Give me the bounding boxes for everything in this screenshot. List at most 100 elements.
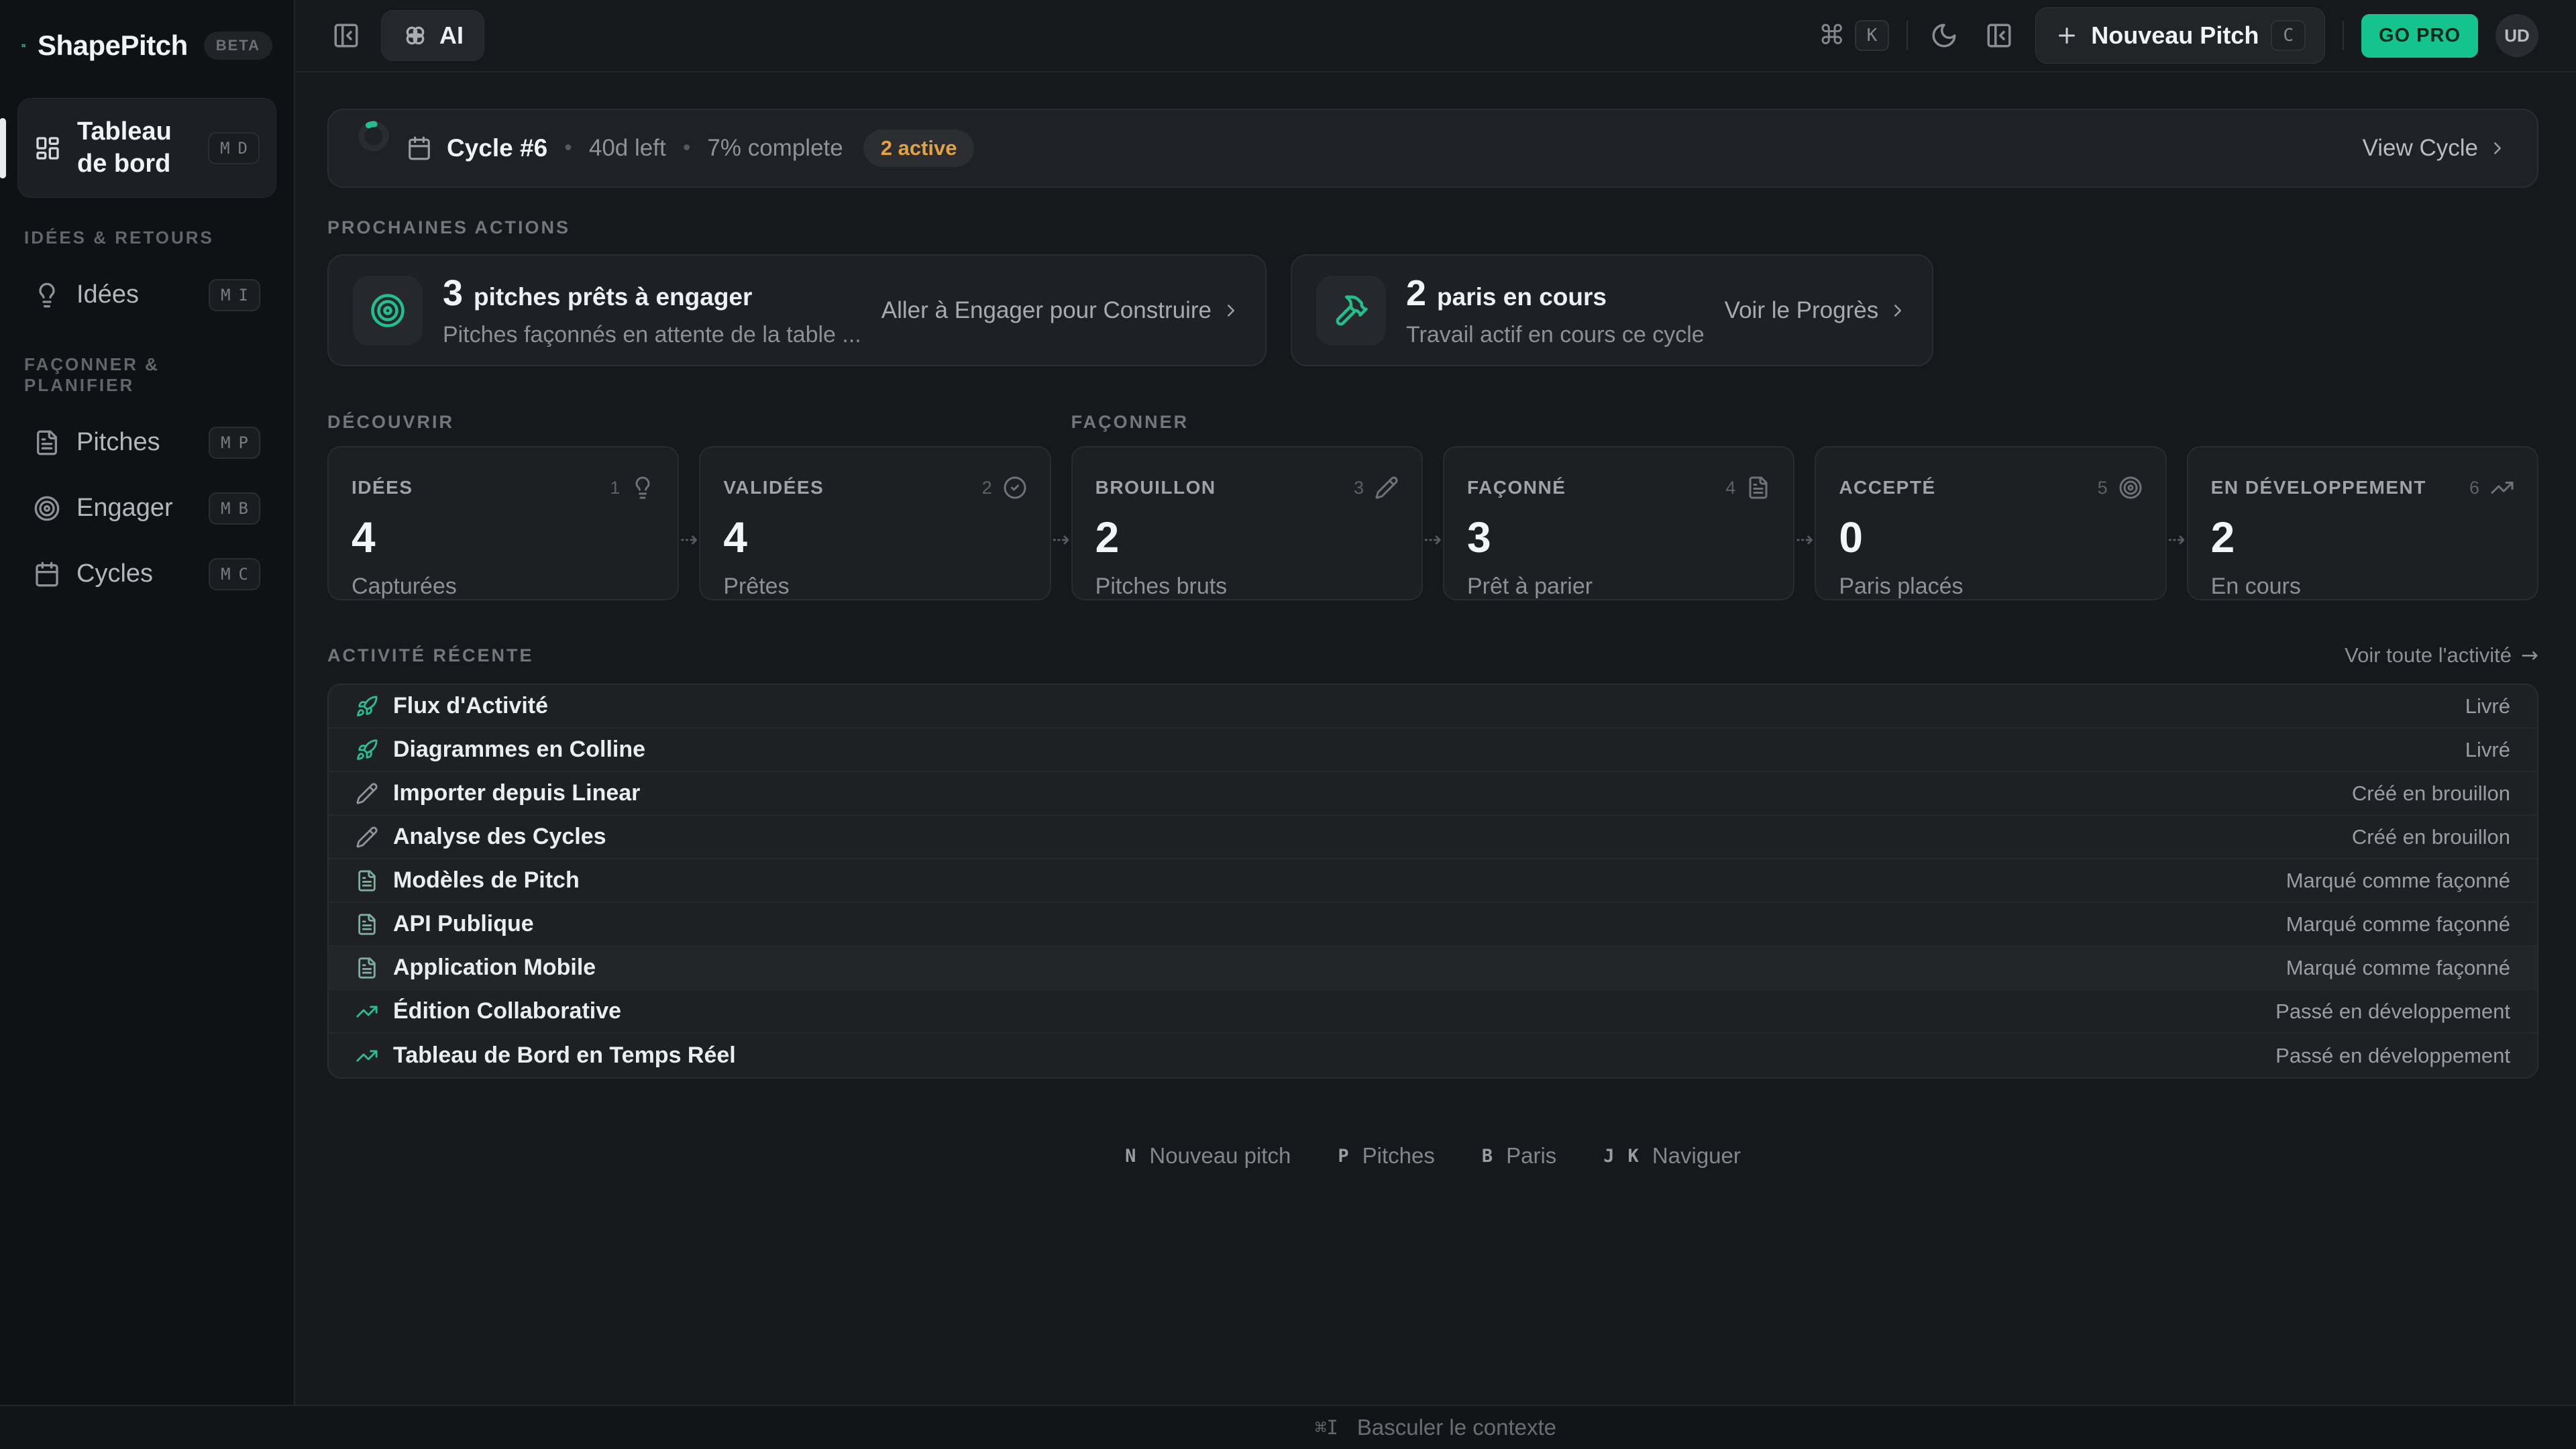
action-icon-tile <box>353 275 423 345</box>
stat-sublabel: Prêtes <box>723 574 790 599</box>
collapse-sidebar-button[interactable] <box>327 17 365 54</box>
activity-row[interactable]: Édition Collaborative Passé en développe… <box>329 990 2537 1034</box>
active-indicator <box>0 117 6 178</box>
clover-icon <box>406 26 425 45</box>
stat-value: 2 <box>2210 513 2235 561</box>
activity-row[interactable]: Application Mobile Marqué comme façonné <box>329 947 2537 990</box>
cycle-days-left: 40d left <box>588 135 666 161</box>
stat-card-validees[interactable]: VALIDÉES 2 4 Prêtes ⇢ <box>699 446 1070 600</box>
file-text-icon <box>358 957 376 979</box>
ai-button[interactable]: AI <box>381 10 484 61</box>
stat-card-accepte[interactable]: ACCEPTÉ 5 0 Paris placés ⇢ <box>1815 446 2186 600</box>
stat-sublabel: Capturées <box>352 574 457 599</box>
pencil-icon <box>1375 476 1398 499</box>
app-title: ShapePitch <box>38 30 188 61</box>
avatar[interactable]: UD <box>2496 14 2538 57</box>
app-root: ShapePitch BETA Tableau de bord MD IDÉES… <box>0 0 2576 1405</box>
command-palette-shortcut[interactable]: ⌘ K <box>1819 20 1890 51</box>
context-toggle-label: Basculer le contexte <box>1356 1415 1557 1440</box>
action-card-engager[interactable]: 3 pitches prêts à engager Pitches façonn… <box>327 254 1267 366</box>
go-pro-button[interactable]: GO PRO <box>2361 13 2478 58</box>
lightbulb-icon <box>635 476 650 499</box>
brand: ShapePitch BETA <box>17 20 276 74</box>
target-icon <box>2119 476 2142 499</box>
active-count-badge: 2 active <box>863 129 975 167</box>
sidebar-item-pitches[interactable]: Pitches MP <box>17 413 276 472</box>
activity-list: Flux d'Activité Livré Diagrammes en Coll… <box>327 684 2538 1079</box>
view-all-activity-link[interactable]: Voir toute l'activité → <box>2345 643 2538 667</box>
sidebar-item-label: Pitches <box>76 428 160 457</box>
trending-up-icon <box>356 1049 378 1062</box>
command-icon: ⌘ <box>1818 20 1845 51</box>
sidebar-item-engager[interactable]: Engager MB <box>17 479 276 538</box>
step-number: 6 <box>2469 477 2479 498</box>
stat-value: 3 <box>1466 513 1491 561</box>
activity-row[interactable]: Analyse des Cycles Créé en brouillon <box>329 816 2537 859</box>
pencil-icon <box>356 782 378 804</box>
trending-up-icon <box>356 1005 378 1018</box>
flow-arrow-icon: ⇢ <box>1795 527 1814 552</box>
activity-row[interactable]: API Publique Marqué comme façonné <box>329 903 2537 947</box>
sidebar-nav: Tableau de bord MD IDÉES & RETOURS Idées… <box>0 98 276 604</box>
file-text-icon <box>37 430 57 455</box>
step-number: 4 <box>1725 477 1736 498</box>
sidebar-item-label: Tableau de bord <box>77 117 172 178</box>
beta-badge: BETA <box>203 32 272 60</box>
arrow-right-icon: → <box>2521 643 2538 667</box>
action-subtitle: Travail actif en cours ce cycle <box>1405 322 1705 347</box>
activity-row[interactable]: Tableau de Bord en Temps Réel Passé en d… <box>329 1034 2537 1077</box>
action-count: 2 <box>1405 273 1427 313</box>
check-circle-icon <box>1004 476 1026 499</box>
stat-card-faconne[interactable]: FAÇONNÉ 4 3 Prêt à parier ⇢ <box>1442 446 1813 600</box>
panel-left-close-icon <box>334 23 358 48</box>
stat-value: 4 <box>352 513 376 561</box>
activity-label: ACTIVITÉ RÉCENTE <box>327 645 534 665</box>
view-cycle-link[interactable]: View Cycle <box>2363 135 2508 162</box>
step-number: 5 <box>2097 477 2108 498</box>
next-actions-grid: 3 pitches prêts à engager Pitches façonn… <box>327 254 2538 366</box>
panel-toggle-button[interactable] <box>1980 17 2018 54</box>
ai-button-label: AI <box>439 21 464 49</box>
activity-row[interactable]: Modèles de Pitch Marqué comme façonné <box>329 859 2537 903</box>
dashboard-content: Cycle #6 • 40d left • 7% complete 2 acti… <box>295 72 2576 1405</box>
stat-card-developpement[interactable]: EN DÉVELOPPEMENT 6 2 En cours <box>2186 446 2538 600</box>
stat-sublabel: En cours <box>2210 574 2301 599</box>
main-area: AI ⌘ K Nouveau Pitch C GO PRO UD Cycle #… <box>295 0 2576 1405</box>
activity-row[interactable]: Diagrammes en Colline Livré <box>329 729 2537 772</box>
cycle-progress: 7% complete <box>707 135 843 161</box>
theme-toggle-button[interactable] <box>1925 17 1963 54</box>
action-link[interactable]: Aller à Engager pour Construire <box>881 297 1241 324</box>
hint-paris: B Paris <box>1481 1143 1557 1168</box>
stat-card-idees[interactable]: IDÉES 1 4 Capturées ⇢ <box>327 446 698 600</box>
stat-value: 0 <box>1839 513 1863 561</box>
stat-card-brouillon[interactable]: BROUILLON 3 2 Pitches bruts ⇢ <box>1071 446 1442 600</box>
rocket-icon <box>357 739 378 760</box>
flow-arrow-icon: ⇢ <box>2167 527 2186 552</box>
topbar: AI ⌘ K Nouveau Pitch C GO PRO UD <box>295 0 2576 72</box>
calendar-icon <box>409 136 430 160</box>
dashboard-grid-icon <box>36 136 59 160</box>
chevron-right-icon <box>1894 304 1902 317</box>
chevron-right-icon <box>1227 304 1234 317</box>
new-pitch-button[interactable]: Nouveau Pitch C <box>2035 7 2325 64</box>
plus-icon <box>2059 28 2076 44</box>
sidebar-item-dashboard[interactable]: Tableau de bord MD <box>0 98 276 198</box>
cycle-banner[interactable]: Cycle #6 • 40d left • 7% complete 2 acti… <box>327 109 2538 188</box>
sidebar: ShapePitch BETA Tableau de bord MD IDÉES… <box>0 0 295 1405</box>
activity-row[interactable]: Flux d'Activité Livré <box>329 685 2537 729</box>
stat-sublabel: Paris placés <box>1839 574 1964 599</box>
sidebar-item-idees[interactable]: Idées MI <box>17 266 276 325</box>
c-key-badge: C <box>2271 20 2306 51</box>
stat-sublabel: Prêt à parier <box>1466 574 1593 599</box>
stat-value: 2 <box>1095 513 1120 561</box>
action-card-progres[interactable]: 2 paris en cours Travail actif en cours … <box>1290 254 1934 366</box>
sidebar-item-cycles[interactable]: Cycles MC <box>17 545 276 604</box>
hint-naviguer: J K Naviguer <box>1603 1143 1741 1168</box>
hint-new-pitch: N Nouveau pitch <box>1125 1143 1291 1168</box>
hammer-icon <box>1333 292 1369 329</box>
shortcut-badge: MP <box>209 427 260 459</box>
activity-row[interactable]: Importer depuis Linear Créé en brouillon <box>329 772 2537 816</box>
action-title: paris en cours <box>1437 283 1607 311</box>
action-link[interactable]: Voir le Progrès <box>1725 297 1909 324</box>
panel-icon <box>1987 23 2011 48</box>
